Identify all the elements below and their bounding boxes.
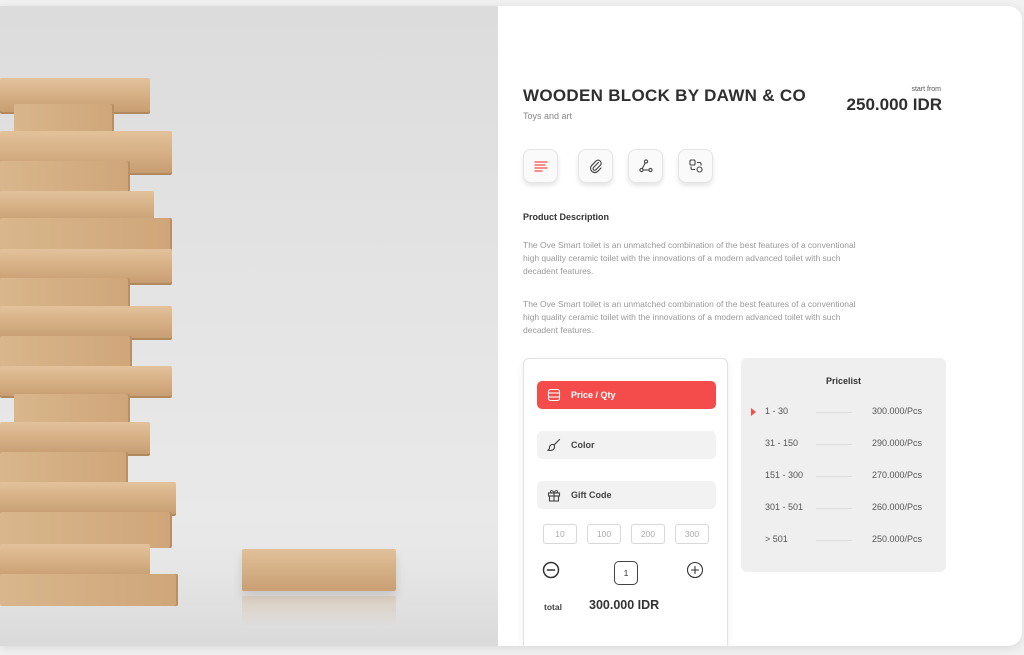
price-qty-label: Price / Qty: [571, 390, 616, 400]
price-prefix: start from: [911, 86, 941, 93]
product-card-frame: WOODEN BLOCK BY DAWN & CO Toys and art s…: [0, 6, 1022, 646]
color-label: Color: [571, 440, 595, 450]
attachment-button[interactable]: [578, 149, 613, 183]
quantity-value[interactable]: 1: [614, 561, 638, 585]
tier-range: 301 - 501: [765, 502, 804, 512]
tower-block: [0, 161, 130, 195]
tier-price: 290.000/Pcs: [871, 438, 922, 448]
purchase-options-card: Price / Qty Color Gift Code 10 100 200 3…: [523, 358, 728, 646]
row-divider: [816, 540, 852, 541]
total-value: 300.000 IDR: [589, 598, 660, 612]
qty-preset-200[interactable]: 200: [631, 524, 665, 544]
active-tier-marker: [751, 408, 756, 416]
tower-block: [0, 452, 128, 486]
single-block: [242, 549, 396, 591]
share-icon: [638, 159, 653, 173]
product-detail-panel: WOODEN BLOCK BY DAWN & CO Toys and art s…: [498, 6, 1022, 646]
tier-range: 1 - 30: [765, 406, 789, 416]
color-option[interactable]: Color: [537, 431, 716, 459]
tower-block: [0, 336, 132, 370]
tier-price: 260.000/Pcs: [871, 502, 922, 512]
block-reflection: [242, 596, 396, 626]
product-title: WOODEN BLOCK BY DAWN & CO: [523, 86, 806, 105]
pricelist-row: > 501 250.000/Pcs: [741, 534, 946, 548]
product-category: Toys and art: [523, 111, 573, 121]
tower-block: [0, 574, 178, 606]
row-divider: [816, 476, 852, 477]
pricelist-row: 31 - 150 290.000/Pcs: [741, 438, 946, 452]
share-button[interactable]: [628, 149, 663, 183]
list-icon: [547, 388, 561, 402]
tier-range: 151 - 300: [765, 470, 804, 480]
tier-price: 270.000/Pcs: [871, 470, 922, 480]
total-label: total: [544, 602, 562, 612]
row-divider: [816, 444, 852, 445]
pricelist-row: 151 - 300 270.000/Pcs: [741, 470, 946, 484]
attachment-icon: [589, 159, 602, 174]
brush-icon: [547, 438, 561, 451]
description-icon: [533, 161, 548, 172]
pricelist-row: 301 - 501 260.000/Pcs: [741, 502, 946, 516]
product-photo: [0, 6, 498, 646]
gift-code-label: Gift Code: [571, 490, 612, 500]
tier-price: 250.000/Pcs: [871, 534, 922, 544]
description-paragraph: The Ove Smart toilet is an unmatched com…: [523, 299, 856, 335]
compare-button[interactable]: [678, 149, 713, 183]
tier-range: > 501: [765, 534, 788, 544]
qty-preset-10[interactable]: 10: [543, 524, 577, 544]
gift-icon: [547, 490, 561, 502]
qty-preset-300[interactable]: 300: [675, 524, 709, 544]
pricelist-title: Pricelist: [825, 376, 862, 386]
pricelist-row: 1 - 30 300.000/Pcs: [741, 406, 946, 420]
pricelist-panel: Pricelist 1 - 30 300.000/Pcs 31 - 150 29…: [741, 358, 946, 572]
tower-block: [0, 482, 176, 516]
tier-price: 300.000/Pcs: [871, 406, 922, 416]
tier-range: 31 - 150: [765, 438, 799, 448]
increase-button[interactable]: [686, 561, 704, 579]
description-paragraph: The Ove Smart toilet is an unmatched com…: [523, 240, 856, 276]
tower-block: [14, 104, 114, 134]
plus-icon: [686, 561, 704, 579]
compare-icon: [688, 159, 703, 173]
description-button[interactable]: [523, 149, 558, 183]
tower-block: [0, 306, 172, 340]
decrease-button[interactable]: [542, 561, 560, 579]
price-qty-option[interactable]: Price / Qty: [537, 381, 716, 409]
row-divider: [816, 508, 852, 509]
tower-block: [0, 422, 150, 456]
gift-code-option[interactable]: Gift Code: [537, 481, 716, 509]
qty-preset-100[interactable]: 100: [587, 524, 621, 544]
description-heading: Product Description: [523, 212, 610, 222]
minus-icon: [542, 561, 560, 579]
product-price: 250.000 IDR: [846, 95, 942, 114]
row-divider: [816, 412, 852, 413]
tower-block: [0, 512, 172, 548]
